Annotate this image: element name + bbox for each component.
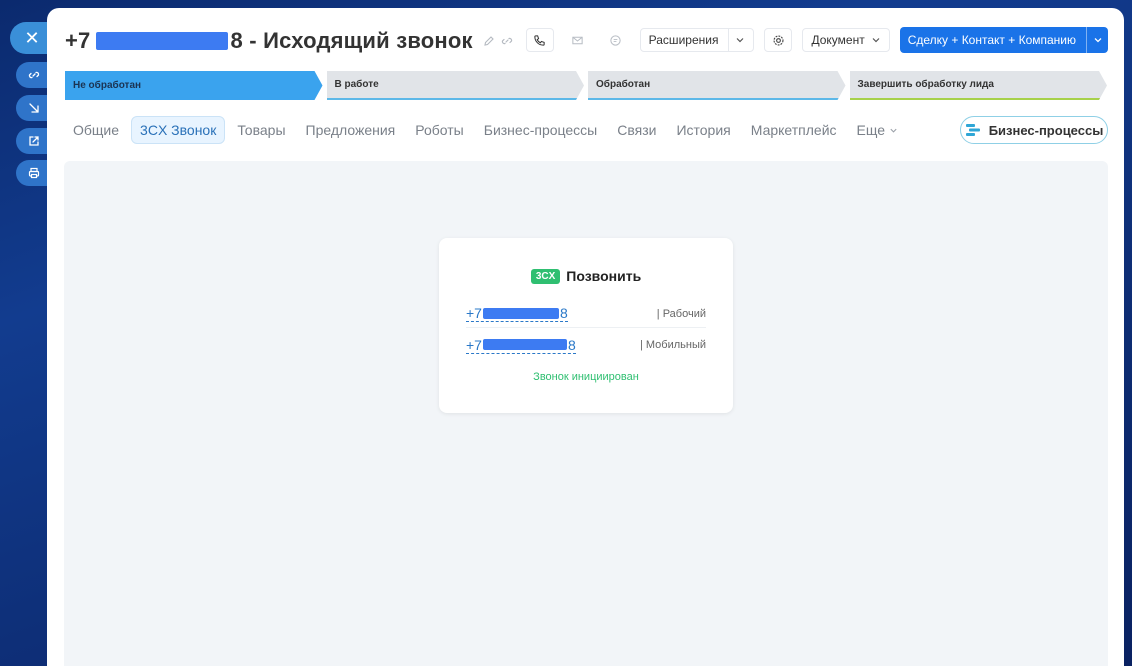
stage-in-progress[interactable]: В работе (327, 71, 585, 100)
tab-more[interactable]: Еще (849, 116, 907, 144)
call-status-text: Звонок инициирован (533, 371, 639, 383)
stage-not-processed[interactable]: Не обработан (65, 71, 323, 100)
mail-icon (572, 36, 583, 44)
arrow-down-right-icon (29, 103, 39, 113)
business-processes-button[interactable]: Бизнес-процессы (960, 116, 1108, 144)
phone-type-label: | Рабочий (656, 307, 706, 320)
3cx-badge: 3CX (530, 268, 561, 284)
divider (728, 28, 730, 52)
tab-content-area: 3CX Позвонить +7 8 | Рабочий +7 8 | Моби… (64, 161, 1108, 666)
chevron-down-icon (872, 38, 880, 43)
stage-processed[interactable]: Обработан (588, 71, 846, 100)
document-dropdown[interactable]: Документ (802, 28, 890, 52)
print-icon (28, 167, 40, 179)
page-title: +7 8 - Исходящий звонок (65, 28, 473, 54)
tab-robots[interactable]: Роботы (407, 116, 471, 144)
lead-panel: +7 8 - Исходящий звонок Расширения Докум… (47, 8, 1124, 666)
phone-row: +7 8 | Рабочий (466, 300, 706, 328)
phone-link-work[interactable]: +7 8 (466, 305, 568, 322)
title-icons (483, 35, 513, 47)
business-processes-label: Бизнес-процессы (988, 122, 1104, 138)
phone-type-label: | Мобильный (639, 339, 706, 351)
redacted-phone (482, 307, 559, 319)
chevron-down-icon (890, 128, 897, 133)
external-link-icon (29, 136, 39, 146)
tab-products[interactable]: Товары (229, 116, 293, 144)
title-row: +7 8 - Исходящий звонок (65, 26, 513, 56)
chevron-down-icon (1094, 38, 1101, 43)
tab-general[interactable]: Общие (65, 116, 127, 144)
call-card-title: Позвонить (566, 268, 642, 284)
link-icon[interactable] (501, 35, 513, 47)
phone-icon (534, 34, 545, 46)
tab-marketplace[interactable]: Маркетплейс (743, 116, 845, 144)
call-card-header: 3CX Позвонить (439, 268, 733, 284)
call-button[interactable] (525, 28, 554, 52)
phone-link-mobile[interactable]: +7 8 (466, 337, 576, 354)
link-icon (28, 71, 40, 79)
phone-row: +7 8 | Мобильный (466, 331, 706, 359)
chat-button[interactable] (601, 28, 630, 52)
extensions-dropdown[interactable]: Расширения (639, 28, 755, 52)
close-icon: ✕ (24, 28, 40, 48)
tab-bar: Общие 3CX Звонок Товары Предложения Робо… (65, 116, 910, 144)
title-prefix: +7 (65, 28, 91, 53)
top-actions: Расширения Документ Сделку + Контакт + К… (525, 27, 1108, 53)
tab-history[interactable]: История (668, 116, 738, 144)
tab-3cx-call[interactable]: 3CX Звонок (131, 116, 226, 144)
close-slider-button[interactable]: ✕ (10, 22, 52, 54)
settings-button[interactable] (764, 28, 793, 52)
tab-offers[interactable]: Предложения (298, 116, 404, 144)
redacted-phone (96, 32, 229, 50)
business-process-icon (965, 124, 980, 136)
status-stage-bar: Не обработан В работе Обработан Завершит… (65, 71, 1107, 100)
document-label: Документ (811, 33, 865, 47)
tab-links[interactable]: Связи (609, 116, 664, 144)
extensions-label: Расширения (648, 33, 719, 47)
create-deal-contact-company-button[interactable]: Сделку + Контакт + Компанию (899, 27, 1108, 53)
redacted-phone (482, 339, 567, 350)
title-suffix: 8 - Исходящий звонок (230, 28, 473, 53)
call-card: 3CX Позвонить +7 8 | Рабочий +7 8 | Моби… (439, 238, 733, 413)
side-controls: ✕ (0, 0, 52, 666)
create-button-label: Сделку + Контакт + Компанию (907, 33, 1076, 47)
tab-business-processes[interactable]: Бизнес-процессы (476, 116, 605, 144)
pencil-icon[interactable] (483, 35, 495, 47)
chevron-down-icon (737, 38, 744, 43)
create-options-dropdown[interactable] (1086, 27, 1108, 53)
stage-finish-lead[interactable]: Завершить обработку лида (850, 71, 1108, 100)
email-button[interactable] (563, 28, 592, 52)
chat-icon (610, 34, 621, 46)
gear-icon (773, 34, 784, 46)
